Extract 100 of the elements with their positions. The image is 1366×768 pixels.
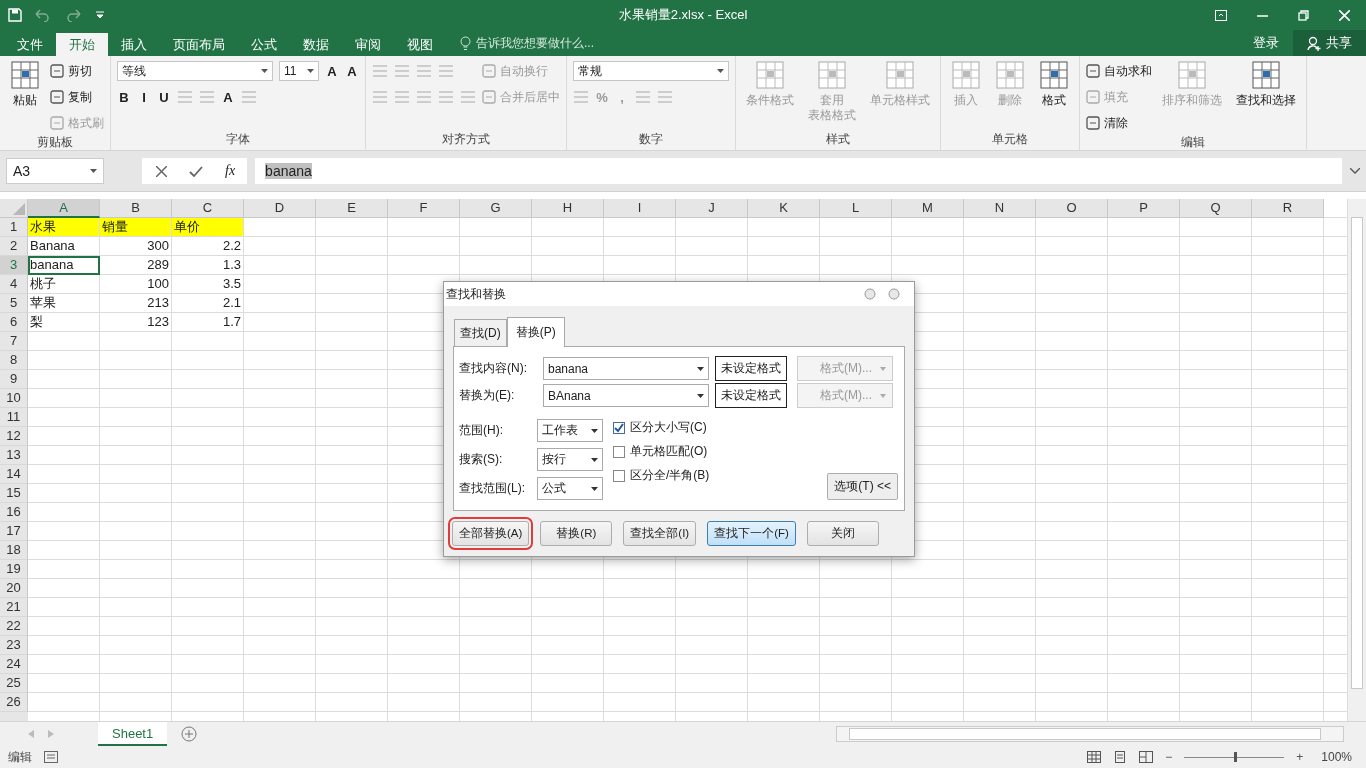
scroll-right-icon[interactable] — [48, 730, 54, 738]
table-cell[interactable]: Banana — [28, 237, 100, 256]
ribbon-button[interactable]: 粘贴 — [6, 60, 44, 134]
row-header[interactable]: 24 — [0, 655, 28, 674]
row-header[interactable]: 5 — [0, 294, 28, 313]
normal-view-icon[interactable] — [1087, 751, 1102, 763]
insert-function-button[interactable]: fx — [225, 163, 236, 179]
lines-icon[interactable] — [372, 64, 388, 78]
formula-field[interactable]: banana — [255, 158, 1342, 184]
column-header[interactable]: F — [388, 199, 460, 218]
ribbon-tab[interactable]: 视图 — [394, 33, 446, 56]
table-cell[interactable]: 梨 — [28, 313, 100, 332]
cancel-icon[interactable] — [156, 165, 167, 177]
lines-icon[interactable] — [438, 64, 454, 78]
column-header[interactable]: C — [172, 199, 244, 218]
lines-icon[interactable] — [416, 64, 432, 78]
column-header[interactable]: K — [748, 199, 820, 218]
customize-icon[interactable] — [96, 11, 104, 19]
row-header[interactable]: 2 — [0, 237, 28, 256]
scroll-left-icon[interactable] — [28, 730, 34, 738]
ribbon-tab[interactable]: 开始 — [56, 33, 108, 56]
format-button[interactable]: B — [117, 89, 131, 105]
vertical-scrollbar[interactable] — [1347, 199, 1366, 721]
column-header[interactable]: A — [28, 199, 100, 218]
lines-icon[interactable] — [635, 90, 651, 104]
zoom-out-button[interactable]: − — [1165, 750, 1173, 764]
format-button[interactable]: A — [221, 89, 235, 105]
dialog-button[interactable]: 查找全部(I) — [623, 521, 697, 546]
lines-icon[interactable] — [460, 90, 476, 104]
column-header[interactable]: D — [244, 199, 316, 218]
row-header[interactable]: 6 — [0, 313, 28, 332]
column-header[interactable]: O — [1036, 199, 1108, 218]
column-header[interactable]: G — [460, 199, 532, 218]
ribbon-button[interactable]: 清除 — [1086, 114, 1128, 132]
ribbon-tab[interactable]: 文件 — [4, 33, 56, 56]
column-header[interactable]: I — [604, 199, 676, 218]
table-cell[interactable]: 123 — [100, 313, 172, 332]
column-header[interactable]: L — [820, 199, 892, 218]
row-header[interactable]: 20 — [0, 579, 28, 598]
column-header[interactable]: Q — [1180, 199, 1252, 218]
row-header[interactable]: 10 — [0, 389, 28, 408]
sign-in-link[interactable]: 登录 — [1239, 30, 1293, 56]
zoom-level[interactable]: 100% — [1321, 750, 1352, 764]
combo-field[interactable]: BAnana — [543, 384, 709, 407]
row-header[interactable]: 17 — [0, 522, 28, 541]
ribbon-tab[interactable]: 公式 — [238, 33, 290, 56]
column-header[interactable]: H — [532, 199, 604, 218]
format-button[interactable]: A — [325, 63, 339, 79]
row-header[interactable]: 25 — [0, 674, 28, 693]
table-cell[interactable]: 桃子 — [28, 275, 100, 294]
checkbox[interactable] — [613, 421, 625, 434]
ribbon-tab[interactable]: 数据 — [290, 33, 342, 56]
dialog-tab[interactable]: 替换(P) — [506, 317, 565, 347]
column-header[interactable]: M — [892, 199, 964, 218]
lines-icon[interactable] — [394, 90, 410, 104]
page-break-icon[interactable] — [1139, 751, 1154, 763]
lines-icon[interactable] — [657, 90, 673, 104]
lines-icon[interactable] — [573, 90, 589, 104]
dialog-button[interactable]: 查找下一个(F) — [707, 521, 796, 546]
dialog-tab[interactable]: 查找(D) — [454, 319, 507, 346]
lines-icon[interactable] — [241, 90, 257, 104]
circle-icon[interactable] — [888, 288, 900, 300]
table-cell[interactable]: 300 — [100, 237, 172, 256]
horizontal-scrollbar[interactable] — [836, 726, 1344, 742]
row-header[interactable]: 19 — [0, 560, 28, 579]
column-header[interactable]: B — [100, 199, 172, 218]
add-sheet-icon[interactable] — [181, 726, 198, 742]
format-button[interactable]: I — [137, 89, 151, 105]
check-icon[interactable] — [189, 165, 203, 177]
row-header[interactable]: 23 — [0, 636, 28, 655]
row-header[interactable]: 7 — [0, 332, 28, 351]
ribbon-button[interactable]: 格式 — [1035, 60, 1073, 131]
dialog-button[interactable]: 关闭 — [806, 521, 879, 546]
dropdown-field[interactable]: 按行 — [537, 448, 603, 471]
dropdown-field[interactable]: 11 — [279, 61, 319, 81]
row-header[interactable]: 11 — [0, 408, 28, 427]
page-layout-icon[interactable] — [1113, 751, 1128, 763]
table-cell[interactable]: banana — [28, 256, 100, 275]
column-header[interactable]: N — [964, 199, 1036, 218]
restore-icon[interactable] — [1298, 9, 1309, 21]
select-all-icon[interactable] — [13, 203, 25, 215]
table-cell[interactable]: 2.2 — [172, 237, 244, 256]
checkbox[interactable] — [613, 469, 625, 482]
close-icon[interactable] — [1339, 9, 1350, 21]
ribbon-button[interactable]: 自动求和 — [1086, 62, 1152, 80]
column-header[interactable]: R — [1252, 199, 1324, 218]
column-header[interactable]: E — [316, 199, 388, 218]
row-header[interactable]: 12 — [0, 427, 28, 446]
table-cell[interactable]: 销量 — [100, 218, 172, 237]
format-button[interactable]: U — [157, 89, 171, 105]
ribbon-button[interactable]: 查找和选择 — [1232, 60, 1300, 134]
sheet-tab[interactable]: Sheet1 — [98, 722, 168, 746]
row-header[interactable]: 1 — [0, 218, 28, 237]
table-cell[interactable]: 水果 — [28, 218, 100, 237]
dropdown-field[interactable]: 公式 — [537, 477, 603, 500]
ribbon-tab[interactable]: 页面布局 — [160, 33, 238, 56]
table-cell[interactable]: 1.3 — [172, 256, 244, 275]
ribbon-tab[interactable]: 插入 — [108, 33, 160, 56]
lines-icon[interactable] — [438, 90, 454, 104]
options-button[interactable]: 选项(T) << — [827, 473, 898, 500]
